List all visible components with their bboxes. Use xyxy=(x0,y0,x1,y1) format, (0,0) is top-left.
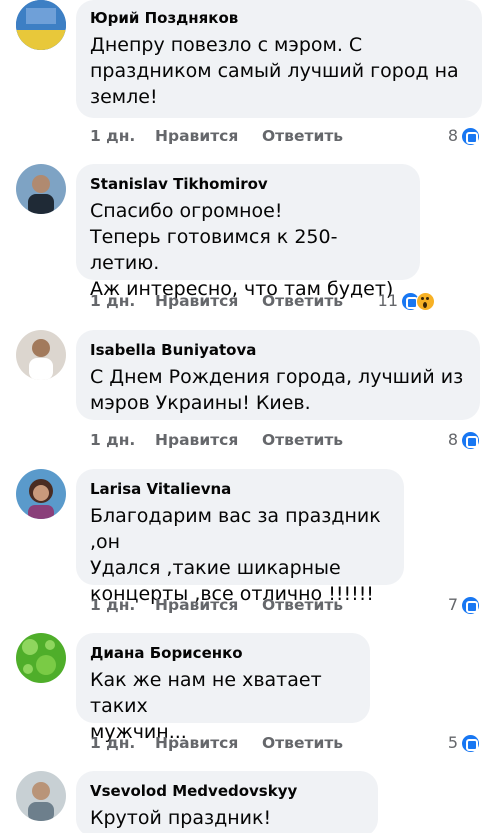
comment-text: Днепру повезло с мэром. С праздником сам… xyxy=(90,34,459,108)
comment-bubble: Диана Борисенко Как же нам не хватает та… xyxy=(76,633,370,743)
reactions-summary[interactable]: 11 xyxy=(378,291,435,311)
like-icon xyxy=(461,430,480,450)
like-button[interactable]: Нравится xyxy=(155,595,238,615)
avatar[interactable] xyxy=(16,330,66,380)
avatar[interactable] xyxy=(16,633,66,683)
reply-button[interactable]: Ответить xyxy=(262,291,343,311)
wow-icon xyxy=(416,291,435,311)
like-button[interactable]: Нравится xyxy=(155,126,238,146)
comment-actions: 1 дн. Нравится Ответить 11 xyxy=(90,291,435,311)
like-icon xyxy=(461,126,480,146)
comment-timestamp[interactable]: 1 дн. xyxy=(90,291,135,311)
comment-bubble: Isabella Buniyatova С Днем Рождения горо… xyxy=(76,330,480,420)
comment-author[interactable]: Larisa Vitalievna xyxy=(90,479,390,499)
like-icon xyxy=(461,595,480,615)
avatar[interactable] xyxy=(16,0,66,50)
comment-actions: 1 дн. Нравится Ответить 7 xyxy=(90,595,480,615)
comment-timestamp[interactable]: 1 дн. xyxy=(90,595,135,615)
comment-bubble: Юрий Поздняков Днепру повезло с мэром. С… xyxy=(76,0,482,118)
reactions-count: 5 xyxy=(447,733,458,752)
comment-timestamp[interactable]: 1 дн. xyxy=(90,126,135,146)
like-button[interactable]: Нравится xyxy=(155,733,238,753)
reply-button[interactable]: Ответить xyxy=(262,733,343,753)
reply-button[interactable]: Ответить xyxy=(262,126,343,146)
reactions-summary[interactable]: 8 xyxy=(448,430,480,450)
reply-button[interactable]: Ответить xyxy=(262,595,343,615)
comment-author[interactable]: Юрий Поздняков xyxy=(90,8,468,28)
reply-button[interactable]: Ответить xyxy=(262,430,343,450)
comment-text: Крутой праздник! Спасибо! xyxy=(90,807,272,829)
reactions-summary[interactable]: 7 xyxy=(448,595,480,615)
reactions-count: 7 xyxy=(447,595,458,614)
comment-actions: 1 дн. Нравится Ответить 5 xyxy=(90,733,480,753)
comment-author[interactable]: Isabella Buniyatova xyxy=(90,340,466,360)
comment-bubble: Larisa Vitalievna Благодарим вас за праз… xyxy=(76,469,404,605)
like-button[interactable]: Нравится xyxy=(155,430,238,450)
avatar[interactable] xyxy=(16,164,66,214)
avatar[interactable] xyxy=(16,469,66,519)
comment-author[interactable]: Диана Борисенко xyxy=(90,643,356,663)
comment-text: Благодарим вас за праздник ,он Удался ,т… xyxy=(90,505,381,605)
comment-author[interactable]: Vsevolod Medvedovskyy xyxy=(90,781,364,801)
avatar[interactable] xyxy=(16,771,66,821)
comment-timestamp[interactable]: 1 дн. xyxy=(90,733,135,753)
comment-text: С Днем Рождения города, лучший из мэров … xyxy=(90,366,464,414)
comment-bubble: Stanislav Tikhomirov Спасибо огромное! Т… xyxy=(76,164,420,300)
like-icon xyxy=(461,733,480,753)
comment-bubble: Vsevolod Medvedovskyy Крутой праздник! С… xyxy=(76,771,378,833)
comment-text: Спасибо огромное! Теперь готовимся к 250… xyxy=(90,200,394,300)
reactions-count: 8 xyxy=(447,430,458,449)
reactions-count: 11 xyxy=(377,291,398,310)
comment-actions: 1 дн. Нравится Ответить 8 xyxy=(90,430,480,450)
reactions-summary[interactable]: 8 xyxy=(448,126,480,146)
reactions-summary[interactable]: 5 xyxy=(448,733,480,753)
like-button[interactable]: Нравится xyxy=(155,291,238,311)
comment-author[interactable]: Stanislav Tikhomirov xyxy=(90,174,406,194)
reactions-count: 8 xyxy=(447,126,458,145)
comment-timestamp[interactable]: 1 дн. xyxy=(90,430,135,450)
comment-actions: 1 дн. Нравится Ответить 8 xyxy=(90,126,480,146)
